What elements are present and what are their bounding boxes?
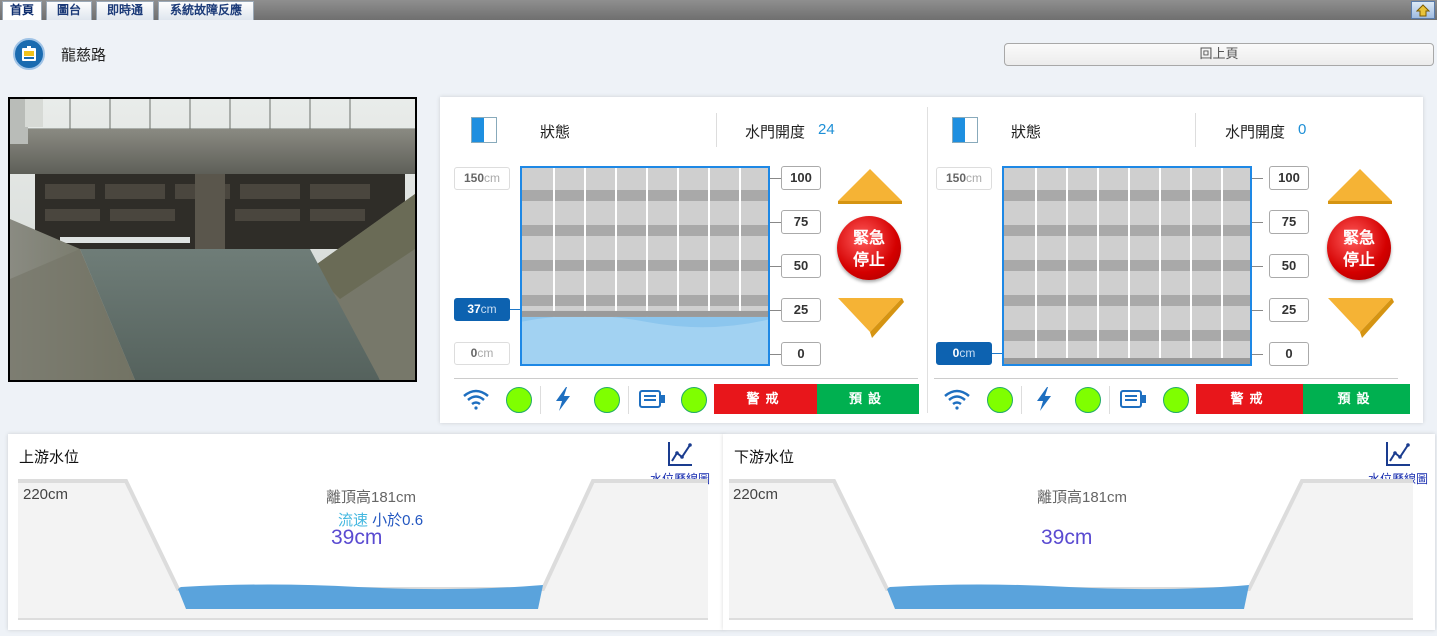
- downstream-title: 下游水位: [734, 449, 795, 466]
- water-level-value: 39cm: [331, 526, 383, 549]
- opening-scale-50: 50: [781, 254, 821, 278]
- stop-label-line2: 停止: [852, 252, 885, 269]
- gate-station-icon: [13, 38, 45, 70]
- gate-up-button[interactable]: [836, 167, 904, 205]
- status-separator: [1021, 386, 1022, 414]
- pct-tick: [1252, 178, 1263, 179]
- level-min-label: 0cm: [454, 342, 510, 365]
- network-status-dot: [987, 387, 1013, 413]
- stop-label-line1: 緊急: [852, 230, 885, 247]
- gate-1: 狀態 水門開度 24 150cm 37cm 0cm 100 75 50 25 0…: [440, 97, 930, 423]
- expand-icon: [1416, 4, 1430, 17]
- wifi-icon: [463, 389, 489, 410]
- pct-tick: [770, 178, 781, 179]
- status-row-separator: [454, 378, 918, 379]
- gate-panel-graphic: [1004, 168, 1250, 364]
- preset-button[interactable]: 預設: [817, 384, 919, 414]
- tab-home[interactable]: 首頁: [2, 1, 42, 20]
- distance-to-top: 離頂高181cm: [326, 489, 417, 506]
- controller-status-dot: [681, 387, 707, 413]
- page-title: 龍慈路: [61, 47, 107, 64]
- upstream-title: 上游水位: [19, 449, 80, 466]
- opening-scale-100: 100: [1269, 166, 1309, 190]
- gate-status-icon: [471, 117, 497, 143]
- power-status-dot: [1075, 387, 1101, 413]
- pct-tick: [770, 222, 781, 223]
- pct-tick: [1252, 222, 1263, 223]
- line-chart-icon: [1386, 442, 1410, 466]
- status-separator: [628, 386, 629, 414]
- gate-visual: [1002, 166, 1252, 366]
- opening-value: 0: [1298, 121, 1307, 138]
- corner-expand-button[interactable]: [1411, 1, 1435, 19]
- controller-icon: [1120, 390, 1146, 408]
- pct-tick: [1252, 354, 1263, 355]
- top-tab-bar: 首頁 圖台 即時通 系統故障反應: [0, 0, 1437, 20]
- status-label: 狀態: [1011, 124, 1042, 141]
- opening-scale-75: 75: [781, 210, 821, 234]
- gate-down-button[interactable]: [836, 296, 906, 340]
- status-separator: [1109, 386, 1110, 414]
- gate-down-button[interactable]: [1326, 296, 1396, 340]
- opening-scale-75: 75: [1269, 210, 1309, 234]
- opening-label: 水門開度: [1225, 124, 1286, 141]
- power-icon: [556, 387, 570, 411]
- alert-button[interactable]: 警戒: [714, 384, 817, 414]
- back-button[interactable]: 回上頁: [1004, 43, 1434, 66]
- alert-button[interactable]: 警戒: [1196, 384, 1303, 414]
- gate-control-panel: 狀態 水門開度 24 150cm 37cm 0cm 100 75 50 25 0…: [440, 97, 1423, 423]
- gate-2: 狀態 水門開度 0 150cm 0cm 100 75 50 25 0 緊急 停止: [929, 97, 1419, 423]
- line-chart-icon: [668, 442, 692, 466]
- channel-height-label: 220cm: [23, 486, 69, 503]
- distance-to-top: 離頂高181cm: [1037, 489, 1128, 506]
- upstream-level-panel: 上游水位 水位歷線圖 220cm 離頂高181cm 流速 小於0.6 39cm: [8, 434, 724, 630]
- gate-panel-graphic: [522, 168, 768, 317]
- preset-button[interactable]: 預設: [1303, 384, 1410, 414]
- opening-scale-25: 25: [1269, 298, 1309, 322]
- controller-icon: [639, 390, 665, 408]
- camera-feed-image: [8, 97, 417, 382]
- tab-map[interactable]: 圖台: [46, 1, 92, 20]
- controller-status-dot: [1163, 387, 1189, 413]
- water-level-value: 39cm: [1041, 526, 1093, 549]
- header-separator: [1195, 113, 1196, 147]
- wifi-icon: [944, 389, 970, 410]
- tab-fault-report[interactable]: 系統故障反應: [158, 1, 254, 20]
- level-max-label: 150cm: [454, 167, 510, 190]
- stop-label-line2: 停止: [1342, 252, 1375, 269]
- gate-up-button[interactable]: [1326, 167, 1394, 205]
- stop-label-line1: 緊急: [1342, 230, 1375, 247]
- pct-tick: [1252, 266, 1263, 267]
- header-separator: [716, 113, 717, 147]
- opening-scale-50: 50: [1269, 254, 1309, 278]
- power-status-dot: [594, 387, 620, 413]
- current-level-badge: 37cm: [454, 298, 510, 321]
- opening-label: 水門開度: [745, 124, 806, 141]
- emergency-stop-button[interactable]: 緊急 停止: [837, 216, 901, 280]
- current-level-badge: 0cm: [936, 342, 992, 365]
- opening-scale-25: 25: [781, 298, 821, 322]
- downstream-level-panel: 下游水位 水位歷線圖 220cm 離頂高181cm 39cm: [723, 434, 1435, 630]
- power-icon: [1037, 387, 1051, 411]
- pct-tick: [1252, 310, 1263, 311]
- pct-tick: [770, 354, 781, 355]
- gate-status-icon: [952, 117, 978, 143]
- status-row-separator: [934, 378, 1398, 379]
- status-separator: [540, 386, 541, 414]
- tab-instant-message[interactable]: 即時通: [96, 1, 154, 20]
- network-status-dot: [506, 387, 532, 413]
- pct-tick: [770, 266, 781, 267]
- emergency-stop-button[interactable]: 緊急 停止: [1327, 216, 1391, 280]
- level-max-label: 150cm: [936, 167, 992, 190]
- status-label: 狀態: [540, 124, 571, 141]
- opening-scale-0: 0: [781, 342, 821, 366]
- opening-scale-100: 100: [781, 166, 821, 190]
- channel-height-label: 220cm: [733, 486, 779, 503]
- gate-visual: [520, 166, 770, 366]
- pct-tick: [770, 310, 781, 311]
- opening-scale-0: 0: [1269, 342, 1309, 366]
- opening-value: 24: [818, 121, 835, 138]
